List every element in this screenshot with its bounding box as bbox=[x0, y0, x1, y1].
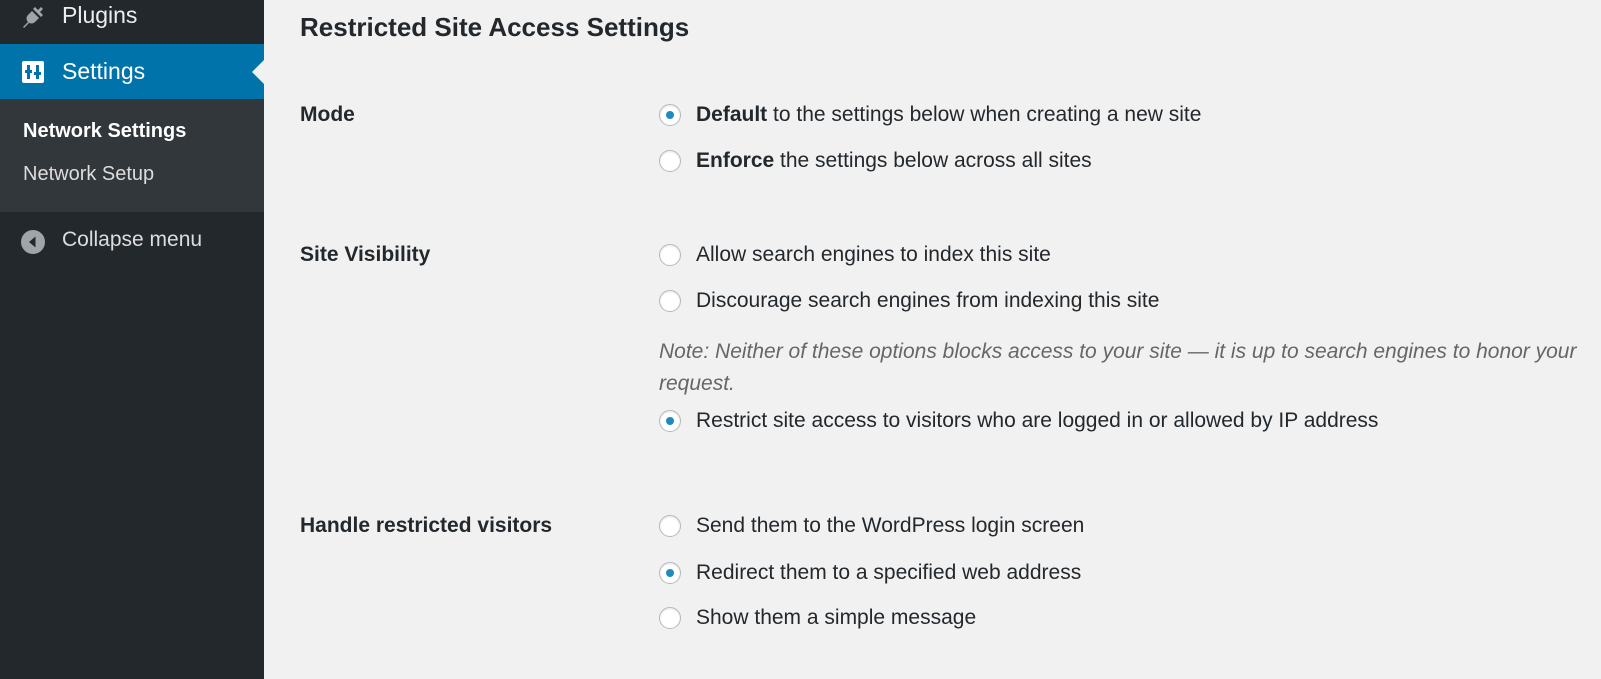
menu-label-settings: Settings bbox=[62, 58, 146, 84]
restricted-option-message[interactable]: Show them a simple message bbox=[659, 603, 976, 633]
radio-button[interactable] bbox=[659, 150, 681, 172]
radio-button[interactable] bbox=[659, 515, 681, 537]
site-visibility-label: Site Visibility bbox=[300, 243, 431, 266]
menu-label-plugins: Plugins bbox=[62, 2, 138, 28]
page-title: Restricted Site Access Settings bbox=[300, 12, 690, 42]
radio-button[interactable] bbox=[659, 244, 681, 266]
admin-sidebar: Plugins Settings Network Settings Networ… bbox=[0, 0, 264, 679]
radio-button[interactable] bbox=[659, 104, 681, 126]
visibility-option-allow[interactable]: Allow search engines to index this site bbox=[659, 240, 1051, 270]
restricted-option-login[interactable]: Send them to the WordPress login screen bbox=[659, 511, 1084, 541]
mode-option-default[interactable]: Default to the settings below when creat… bbox=[659, 100, 1201, 130]
restricted-option-redirect[interactable]: Redirect them to a specified web address bbox=[659, 558, 1081, 588]
option-text: Discourage search engines from indexing … bbox=[696, 289, 1160, 312]
plugin-icon bbox=[20, 4, 46, 30]
collapse-menu-label: Collapse menu bbox=[62, 228, 203, 251]
visibility-option-restrict[interactable]: Restrict site access to visitors who are… bbox=[659, 406, 1378, 436]
option-text: Restrict site access to visitors who are… bbox=[696, 409, 1379, 432]
visibility-note: Note: Neither of these options blocks ac… bbox=[659, 340, 1577, 395]
option-text: Allow search engines to index this site bbox=[696, 243, 1051, 266]
option-text: Show them a simple message bbox=[696, 606, 977, 629]
option-text: Enforce the settings below across all si… bbox=[696, 149, 1092, 172]
submenu-network-settings[interactable]: Network Settings bbox=[23, 120, 186, 143]
settings-icon bbox=[20, 59, 46, 85]
collapse-icon bbox=[20, 229, 46, 255]
menu-item-plugins[interactable]: Plugins bbox=[0, 0, 264, 34]
visibility-option-discourage[interactable]: Discourage search engines from indexing … bbox=[659, 286, 1159, 316]
option-text: Send them to the WordPress login screen bbox=[696, 514, 1085, 537]
radio-button[interactable] bbox=[659, 290, 681, 312]
radio-button[interactable] bbox=[659, 607, 681, 629]
main-content: Restricted Site Access Settings Mode Def… bbox=[264, 0, 1601, 679]
settings-submenu: Network Settings Network Setup bbox=[0, 99, 264, 212]
radio-button[interactable] bbox=[659, 410, 681, 432]
submenu-network-setup[interactable]: Network Setup bbox=[23, 163, 154, 186]
current-menu-arrow bbox=[252, 60, 264, 84]
option-text: Default to the settings below when creat… bbox=[696, 103, 1202, 126]
collapse-menu-button[interactable]: Collapse menu bbox=[0, 225, 264, 261]
handle-restricted-label: Handle restricted visitors bbox=[300, 514, 553, 537]
mode-label: Mode bbox=[300, 103, 355, 126]
radio-button[interactable] bbox=[659, 562, 681, 584]
menu-item-settings[interactable]: Settings bbox=[0, 44, 264, 99]
mode-option-enforce[interactable]: Enforce the settings below across all si… bbox=[659, 146, 1092, 176]
option-text: Redirect them to a specified web address bbox=[696, 561, 1082, 584]
